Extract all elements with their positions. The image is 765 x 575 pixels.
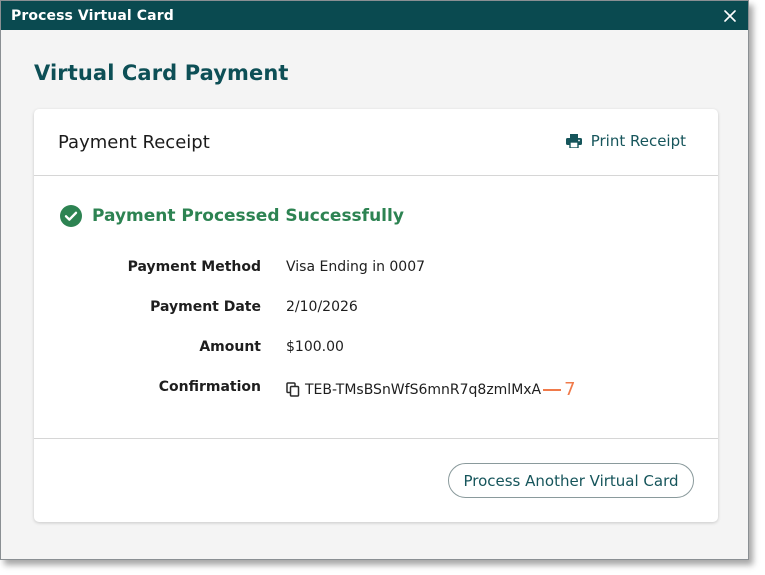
close-icon bbox=[724, 9, 736, 22]
annotation-line bbox=[543, 388, 562, 391]
success-message: Payment Processed Successfully bbox=[92, 206, 404, 226]
dialog-window: Process Virtual Card Virtual Card Paymen… bbox=[0, 0, 749, 560]
detail-label: Payment Method bbox=[127, 259, 261, 275]
annotation-callout: 7 bbox=[543, 379, 576, 400]
detail-label: Amount bbox=[199, 339, 261, 355]
title-bar: Process Virtual Card bbox=[1, 1, 748, 30]
printer-icon bbox=[565, 134, 582, 148]
confirmation-number: TEB-TMsBSnWfS6mnR7q8zmlMxA bbox=[305, 381, 542, 398]
receipt-title: Payment Receipt bbox=[58, 131, 210, 153]
print-receipt-label: Print Receipt bbox=[590, 132, 686, 150]
detail-value: Visa Ending in 0007 bbox=[286, 259, 426, 275]
annotation-number: 7 bbox=[564, 379, 576, 400]
detail-label: Confirmation bbox=[158, 379, 261, 395]
copy-icon bbox=[286, 382, 300, 397]
copy-button[interactable] bbox=[286, 382, 300, 397]
detail-row-payment-method: Payment Method Visa Ending in 0007 bbox=[34, 259, 718, 299]
receipt-card: Payment Receipt Print Receipt Payment Pr… bbox=[34, 109, 718, 522]
check-circle-icon bbox=[60, 205, 82, 227]
page-heading: Virtual Card Payment bbox=[34, 61, 289, 85]
process-another-virtual-card-button[interactable]: Process Another Virtual Card bbox=[448, 463, 694, 498]
detail-label: Payment Date bbox=[150, 299, 261, 315]
detail-value: 2/10/2026 bbox=[286, 299, 358, 315]
print-receipt-link[interactable]: Print Receipt bbox=[565, 132, 686, 150]
detail-row-confirmation: Confirmation TEB-TMsBSnWfS6mnR7q8zmlMxA … bbox=[34, 379, 718, 419]
detail-row-payment-date: Payment Date 2/10/2026 bbox=[34, 299, 718, 339]
receipt-details: Payment Method Visa Ending in 0007 Payme… bbox=[34, 259, 718, 419]
receipt-header: Payment Receipt Print Receipt bbox=[34, 109, 718, 176]
close-button[interactable] bbox=[720, 6, 740, 26]
detail-row-amount: Amount $100.00 bbox=[34, 339, 718, 379]
window-title: Process Virtual Card bbox=[11, 7, 174, 24]
detail-value: $100.00 bbox=[286, 339, 344, 355]
confirmation-value-group: TEB-TMsBSnWfS6mnR7q8zmlMxA 7 bbox=[286, 379, 576, 400]
success-status: Payment Processed Successfully bbox=[60, 205, 404, 227]
card-divider bbox=[34, 438, 718, 439]
